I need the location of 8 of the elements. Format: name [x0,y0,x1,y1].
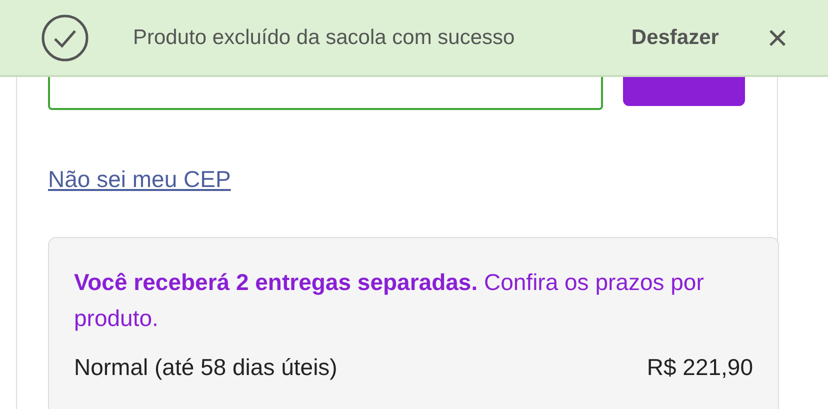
cep-link[interactable]: Não sei meu CEP [48,166,231,193]
undo-link[interactable]: Desfazer [631,26,719,50]
check-circle-icon [41,14,89,62]
toast-message: Produto excluído da sacola com sucesso [133,26,516,50]
delivery-notice: Você receberá 2 entregas separadas. Confira os prazos por produto. [74,268,704,333]
close-button[interactable]: × [766,20,788,56]
shipping-price: R$ 221,90 [646,354,753,381]
shipping-option-name: Normal (até 58 dias úteis) [74,354,338,381]
